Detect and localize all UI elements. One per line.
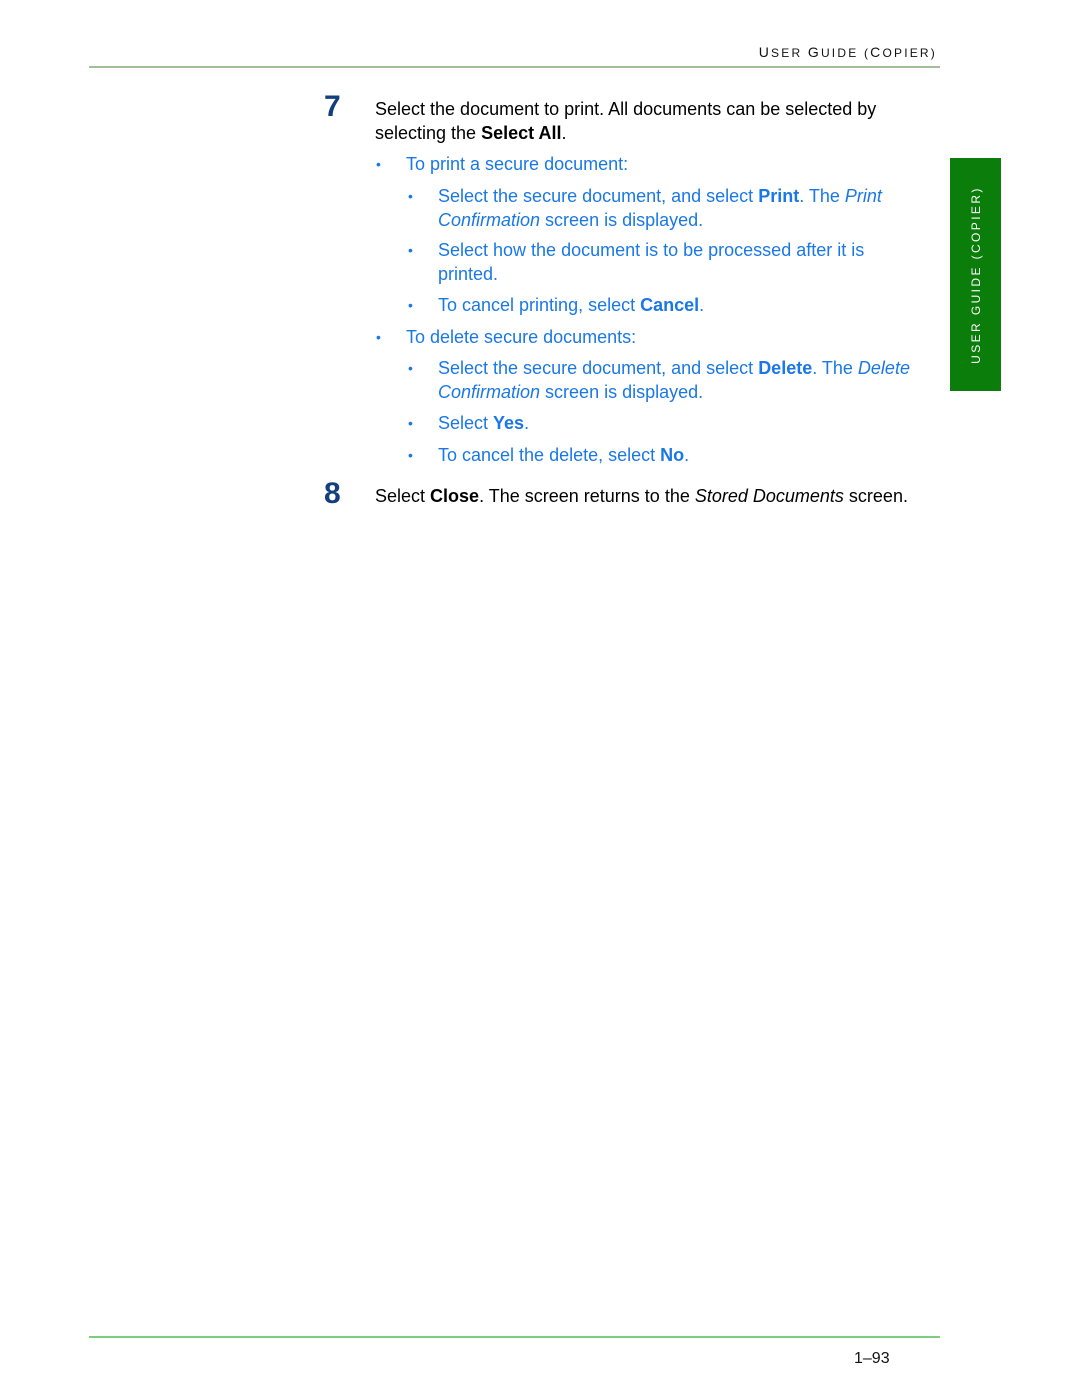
bullet-icon: • (408, 447, 413, 463)
header-title-part: G (807, 44, 821, 60)
bullet-text: To delete secure documents: (406, 327, 637, 347)
page-number: 1–93 (854, 1350, 890, 1367)
ui-term: Print (758, 186, 800, 206)
side-tab-label: USER GUIDE (COPIER) (968, 185, 983, 364)
step-number: 8 (324, 477, 341, 510)
text-run: . (561, 122, 567, 143)
step-number: 7 (324, 90, 341, 123)
step-text: Select Close. The screen returns to the … (375, 485, 930, 509)
text-run: . The screen returns to the (479, 486, 695, 506)
bullet-text: To cancel the delete, select No. (438, 444, 928, 468)
text-run: Select the secure document, and select (438, 186, 759, 206)
text-run: Select (438, 413, 494, 433)
footer-rule (89, 1336, 940, 1338)
bullet-icon: • (408, 360, 413, 376)
header-title-part: OPIER) (882, 46, 937, 60)
text-run: Select the secure document, and select (438, 358, 759, 378)
text-run: Select (375, 486, 431, 506)
bullet-icon: • (376, 156, 381, 172)
text-run: screen. (843, 486, 908, 506)
bullet-icon: • (408, 415, 413, 431)
text-run: . (699, 295, 705, 315)
ui-term: Cancel (640, 295, 700, 315)
bullet-text: Select the secure document, and select D… (438, 357, 928, 404)
header-title-part: SER (771, 46, 808, 60)
side-tab: USER GUIDE (COPIER) (950, 158, 1001, 391)
text-run: To cancel the delete, select (438, 445, 661, 465)
text-run: screen is displayed. (540, 209, 704, 230)
text-run: screen is displayed. (540, 381, 704, 402)
text-run: To cancel printing, select (438, 295, 641, 315)
bullet-icon: • (408, 242, 413, 258)
step-text: Select the document to print. All docume… (375, 98, 930, 145)
bullet-text: To print a secure document: (406, 154, 629, 174)
ui-term: Delete (758, 358, 813, 378)
bullet-icon: • (408, 297, 413, 313)
screen-name: Stored Documents (694, 486, 844, 506)
ui-term: Yes (493, 413, 525, 433)
text-run: . (684, 445, 690, 465)
header-title-part: C (870, 44, 883, 60)
text-run: Select the document to print. All docume… (375, 99, 877, 143)
bullet-text: Select how the document is to be process… (438, 240, 865, 284)
header-rule (89, 66, 940, 68)
bullet-icon: • (376, 329, 381, 345)
text-run: . (524, 413, 530, 433)
header-title-part: U (758, 44, 772, 60)
bullet-text: Select Yes. (438, 412, 928, 436)
ui-term: Close (430, 486, 480, 506)
ui-term: Select All (481, 122, 562, 143)
text-run: . The (799, 186, 845, 206)
header-title-part: UIDE ( (820, 46, 871, 60)
bullet-text: Select the secure document, and select P… (438, 185, 928, 232)
header-title: USER GUIDE (COPIER) (759, 44, 937, 60)
bullet-text: To cancel printing, select Cancel. (438, 294, 928, 318)
bullet-icon: • (408, 188, 413, 204)
text-run: . The (812, 358, 858, 378)
ui-term: No (660, 445, 685, 465)
